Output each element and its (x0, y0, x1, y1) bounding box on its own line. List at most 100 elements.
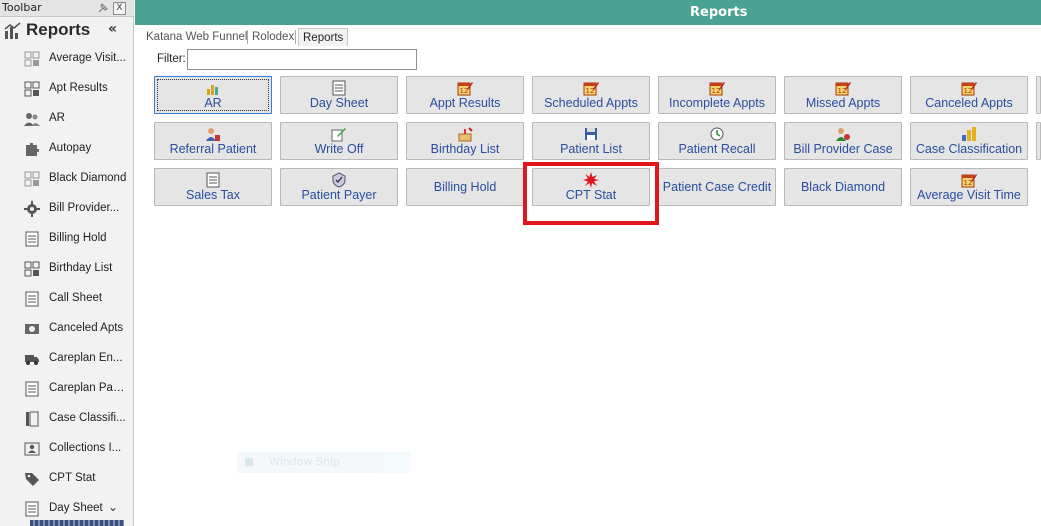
grid-icon (24, 81, 41, 97)
svg-text:12: 12 (964, 179, 973, 187)
collapse-button[interactable]: « (108, 21, 117, 37)
report-button-label: Black Diamond (800, 180, 886, 194)
sidebar-item-call-sheet[interactable]: Call Sheet (0, 284, 134, 314)
pin-icon[interactable] (96, 2, 109, 15)
report-button-patient-payer[interactable]: Patient Payer (280, 168, 398, 206)
toolbar-panel: Toolbar X Reports « Average Visit... Apt … (0, 0, 134, 526)
report-button-label: Missed Appts (805, 96, 881, 110)
filter-input[interactable] (187, 49, 417, 70)
tab-rolodex[interactable]: Rolodex (252, 28, 294, 46)
calendar-icon: 12 (709, 80, 725, 96)
pen-paper-icon (331, 126, 347, 142)
sidebar-item-apt-results[interactable]: Apt Results (0, 74, 134, 104)
sidebar-item-collections-i[interactable]: Collections I... (0, 434, 134, 464)
report-button-patient-recall[interactable]: Patient Recall (658, 122, 776, 160)
scroll-down-icon[interactable]: ⌄ (108, 500, 118, 514)
referral-icon (205, 126, 221, 142)
sidebar-item-label: Canceled Apts (49, 322, 124, 334)
report-button-patient-case-credit[interactable]: Patient Case Credit (658, 168, 776, 206)
spreadsheet-icon (24, 501, 41, 517)
sidebar-item-canceled-apts[interactable]: Canceled Apts (0, 314, 134, 344)
svg-text:12: 12 (712, 87, 721, 95)
report-button-billing-hold[interactable]: Billing Hold (406, 168, 524, 206)
report-button-label: Sales Tax (186, 188, 240, 202)
sidebar-item-label: Black Diamond (49, 172, 127, 184)
report-button-ar[interactable]: AR (154, 76, 272, 114)
report-button-scheduled-appts[interactable]: 12 Scheduled Appts (532, 76, 650, 114)
report-button-average-visit-time[interactable]: 12 Average Visit Time (910, 168, 1028, 206)
tab-separator (295, 30, 296, 44)
sidebar-item-bill-provider[interactable]: Bill Provider... (0, 194, 134, 224)
report-button-case-classification[interactable]: Case Classification (910, 122, 1028, 160)
sidebar-item-label: Careplan Pay... (49, 382, 127, 394)
report-button-appt-results[interactable]: 12 Appt Results (406, 76, 524, 114)
highlight-box (523, 162, 659, 225)
report-button-black-diamond[interactable]: Black Diamond (784, 168, 902, 206)
svg-text:12: 12 (964, 87, 973, 95)
report-button-write-off[interactable]: Write Off (280, 122, 398, 160)
report-button-sales-tax[interactable]: Sales Tax (154, 168, 272, 206)
toolbar-title: Toolbar (2, 1, 42, 14)
tag-icon (24, 471, 41, 487)
report-button-overflow[interactable] (1036, 76, 1041, 114)
reports-section-header[interactable]: Reports « (0, 18, 134, 44)
report-button-label: Case Classification (915, 142, 1023, 156)
filter-label: Filter: (157, 53, 186, 65)
calendar-icon: 12 (961, 80, 977, 96)
report-button-overflow[interactable] (1036, 122, 1041, 160)
report-button-incomplete-appts[interactable]: 12 Incomplete Appts (658, 76, 776, 114)
sidebar-item-billing-hold[interactable]: Billing Hold (0, 224, 134, 254)
money-chart-icon (205, 80, 221, 96)
report-button-canceled-appts[interactable]: 12 Canceled Appts (910, 76, 1028, 114)
sidebar-item-careplan-en[interactable]: Careplan En... (0, 344, 134, 374)
report-button-bill-provider-case[interactable]: Bill Provider Case (784, 122, 902, 160)
sidebar-item-careplan-pay[interactable]: Careplan Pay... (0, 374, 134, 404)
bar-chart-icon (4, 22, 21, 39)
sidebar-item-label: Average Visit... (49, 52, 126, 64)
svg-text:12: 12 (460, 87, 469, 95)
bar-chart-color-icon (961, 126, 977, 142)
contact-icon (24, 441, 41, 457)
report-button-label: Canceled Appts (925, 96, 1013, 110)
sidebar-item-birthday-list[interactable]: Birthday List (0, 254, 134, 284)
sidebar-item-label: Apt Results (49, 82, 108, 94)
spreadsheet-icon (331, 80, 347, 96)
tab-katana-web-funnel[interactable]: Katana Web Funnel (146, 28, 247, 46)
toolbar-scroll-strip[interactable] (30, 520, 124, 526)
provider-icon (835, 126, 851, 142)
calendar-icon: 12 (961, 172, 977, 188)
sidebar-item-label: Careplan En... (49, 352, 123, 364)
close-button[interactable]: X (113, 2, 126, 15)
page-title: Reports (690, 5, 748, 20)
report-button-patient-list[interactable]: Patient List (532, 122, 650, 160)
svg-text:12: 12 (838, 87, 847, 95)
report-button-missed-appts[interactable]: 12 Missed Appts (784, 76, 902, 114)
spreadsheet-icon (205, 172, 221, 188)
tab-reports[interactable]: Reports (298, 28, 349, 46)
grid-grey-icon (24, 171, 41, 187)
sidebar-item-black-diamond[interactable]: Black Diamond (0, 164, 134, 194)
grid-icon (24, 261, 41, 277)
report-button-label: Appt Results (429, 96, 501, 110)
sidebar-item-autopay[interactable]: Autopay (0, 134, 134, 164)
calendar-icon: 12 (583, 80, 599, 96)
report-button-label: Average Visit Time (917, 188, 1021, 202)
report-button-label: Birthday List (430, 142, 500, 156)
sidebar-item-case-classifi[interactable]: Case Classifi... (0, 404, 134, 434)
reports-header-bar: Reports (135, 0, 1041, 25)
report-button-referral-patient[interactable]: Referral Patient (154, 122, 272, 160)
sidebar-item-ar[interactable]: AR (0, 104, 134, 134)
calendar-icon: 12 (835, 80, 851, 96)
report-button-birthday-list[interactable]: Birthday List (406, 122, 524, 160)
report-button-label: Incomplete Appts (669, 96, 765, 110)
report-button-day-sheet[interactable]: Day Sheet (280, 76, 398, 114)
report-button-label: Patient Recall (678, 142, 756, 156)
report-button-label: Scheduled Appts (544, 96, 638, 110)
sidebar-item-average-visit[interactable]: Average Visit... (0, 44, 134, 74)
sidebar-item-cpt-stat[interactable]: CPT Stat (0, 464, 134, 494)
columns-icon (24, 411, 41, 427)
money-icon (24, 321, 41, 337)
truck-icon (24, 351, 41, 367)
sidebar-item-label: CPT Stat (49, 472, 96, 484)
sidebar-item-label: Call Sheet (49, 292, 103, 304)
